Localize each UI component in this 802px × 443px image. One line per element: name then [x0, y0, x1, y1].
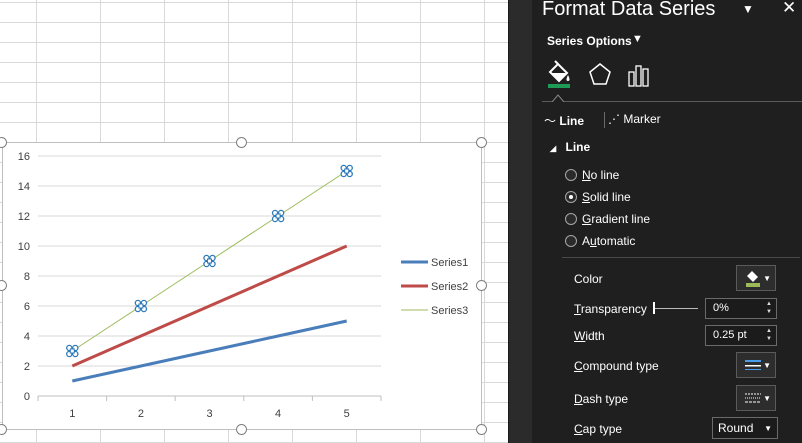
legend-label: Series2 — [431, 281, 468, 293]
spin-down-icon[interactable]: ▼ — [766, 309, 772, 315]
pane-title: Format Data Series — [542, 0, 716, 20]
compound-lines-icon — [745, 360, 761, 370]
chevron-down-icon: ▼ — [763, 361, 771, 370]
format-data-series-pane: Format Data Series ▼ ✕ Series Options ▼ … — [532, 0, 802, 443]
point-handle-center[interactable] — [344, 168, 350, 174]
y-tick-label: 10 — [18, 241, 30, 253]
selection-marker — [340, 164, 353, 178]
tab-line-label: Line — [559, 114, 585, 128]
collapse-triangle-icon: ◢ — [550, 144, 557, 153]
divider — [604, 112, 605, 128]
cap-type-select[interactable]: Round ▼ — [712, 417, 778, 439]
dash-lines-icon — [745, 393, 761, 403]
x-tick-label: 4 — [275, 408, 281, 420]
color-picker-button[interactable]: ▼ — [736, 265, 776, 291]
x-tick-label: 1 — [69, 408, 75, 420]
active-tab-pointer — [552, 94, 564, 102]
line-chart[interactable]: 02468101214161 2 3 4 5Series1Series2Series3 — [3, 143, 483, 431]
resize-handle-top[interactable] — [236, 137, 247, 148]
divider — [542, 101, 802, 102]
close-icon[interactable]: ✕ — [782, 0, 796, 18]
tab-line[interactable]: 〜 Line — [544, 112, 584, 129]
series-options-dropdown[interactable]: Series Options — [547, 34, 632, 48]
paint-bucket-icon — [746, 271, 760, 287]
x-tick-label: 5 — [344, 408, 350, 420]
spin-up-icon[interactable]: ▲ — [766, 328, 772, 334]
line-icon: 〜 — [544, 114, 557, 128]
compound-type-button[interactable]: ▼ — [736, 352, 776, 378]
selection-marker — [271, 209, 285, 223]
point-handle-center[interactable] — [207, 258, 212, 264]
spin-down-icon[interactable]: ▼ — [766, 336, 772, 342]
x-tick-label: 3 — [206, 408, 212, 420]
transparency-input[interactable]: 0% ▲ ▼ — [705, 298, 777, 319]
x-tick-label: 2 — [138, 408, 144, 420]
selection-marker — [66, 344, 79, 358]
chevron-down-icon: ▼ — [763, 274, 771, 283]
transparency-slider-thumb[interactable] — [653, 302, 655, 314]
y-tick-label: 8 — [24, 271, 30, 283]
chevron-down-icon[interactable]: ▼ — [632, 33, 643, 45]
effects-icon[interactable] — [585, 60, 615, 90]
section-line-header[interactable]: ◢ Line — [550, 140, 590, 154]
width-input[interactable]: 0.25 pt ▲ ▼ — [705, 325, 777, 346]
pane-options-dropdown-icon[interactable]: ▼ — [742, 2, 754, 16]
cap-type-label: Cap type — [574, 422, 623, 436]
fill-line-icon[interactable] — [544, 60, 574, 90]
radio-button[interactable] — [565, 169, 577, 181]
dash-type-button[interactable]: ▼ — [736, 385, 776, 411]
worksheet-grid[interactable]: 0 2 4 6 8 10 12 14 16 1 2 3 4 5 Series1 Series2 Series3 — [0, 0, 508, 443]
legend-label: Series1 — [431, 257, 468, 269]
y-tick-label: 0 — [24, 391, 30, 403]
radio-button[interactable] — [565, 235, 577, 247]
divider — [562, 257, 800, 258]
point-handle-center[interactable] — [275, 213, 281, 219]
series-options-icon[interactable] — [625, 60, 655, 90]
radio-button-checked[interactable] — [565, 191, 577, 203]
chart-area[interactable]: 0 2 4 6 8 10 12 14 16 1 2 3 4 5 Series1 Series2 Series3 — [2, 142, 482, 430]
radio-button[interactable] — [565, 213, 577, 225]
point-handle-center[interactable] — [69, 348, 75, 354]
selection-marker — [134, 299, 148, 313]
point-handle-center[interactable] — [138, 303, 144, 309]
transparency-label: Transparency — [574, 302, 647, 316]
y-tick-label: 4 — [24, 331, 30, 343]
section-line-title: Line — [565, 140, 591, 154]
width-label: Width — [574, 329, 605, 343]
y-tick-label: 14 — [18, 181, 30, 193]
y-tick-label: 2 — [24, 361, 30, 373]
tab-marker-label: Marker — [623, 112, 661, 126]
spin-up-icon[interactable]: ▲ — [766, 301, 772, 307]
resize-handle-bottom-right[interactable] — [476, 424, 487, 435]
pane-splitter[interactable] — [508, 0, 532, 443]
marker-line-icon: ⋰ — [608, 112, 620, 126]
transparency-slider[interactable] — [654, 308, 698, 309]
color-label: Color — [574, 272, 603, 286]
compound-type-label: Compound type — [574, 359, 659, 373]
resize-handle-right[interactable] — [476, 280, 487, 291]
resize-handle-bottom-left[interactable] — [0, 424, 7, 435]
resize-handle-top-right[interactable] — [476, 137, 487, 148]
legend-label: Series3 — [431, 305, 468, 317]
chevron-down-icon: ▼ — [763, 394, 771, 403]
selection-marker — [203, 254, 216, 268]
tab-marker[interactable]: ⋰ Marker — [608, 112, 661, 126]
resize-handle-bottom[interactable] — [236, 424, 247, 435]
y-tick-label: 16 — [18, 151, 30, 163]
chevron-down-icon: ▼ — [764, 424, 772, 433]
series-line[interactable] — [71, 319, 348, 383]
dash-type-label: Dash type — [574, 392, 629, 406]
y-tick-label: 12 — [18, 211, 30, 223]
y-tick-label: 6 — [24, 301, 30, 313]
